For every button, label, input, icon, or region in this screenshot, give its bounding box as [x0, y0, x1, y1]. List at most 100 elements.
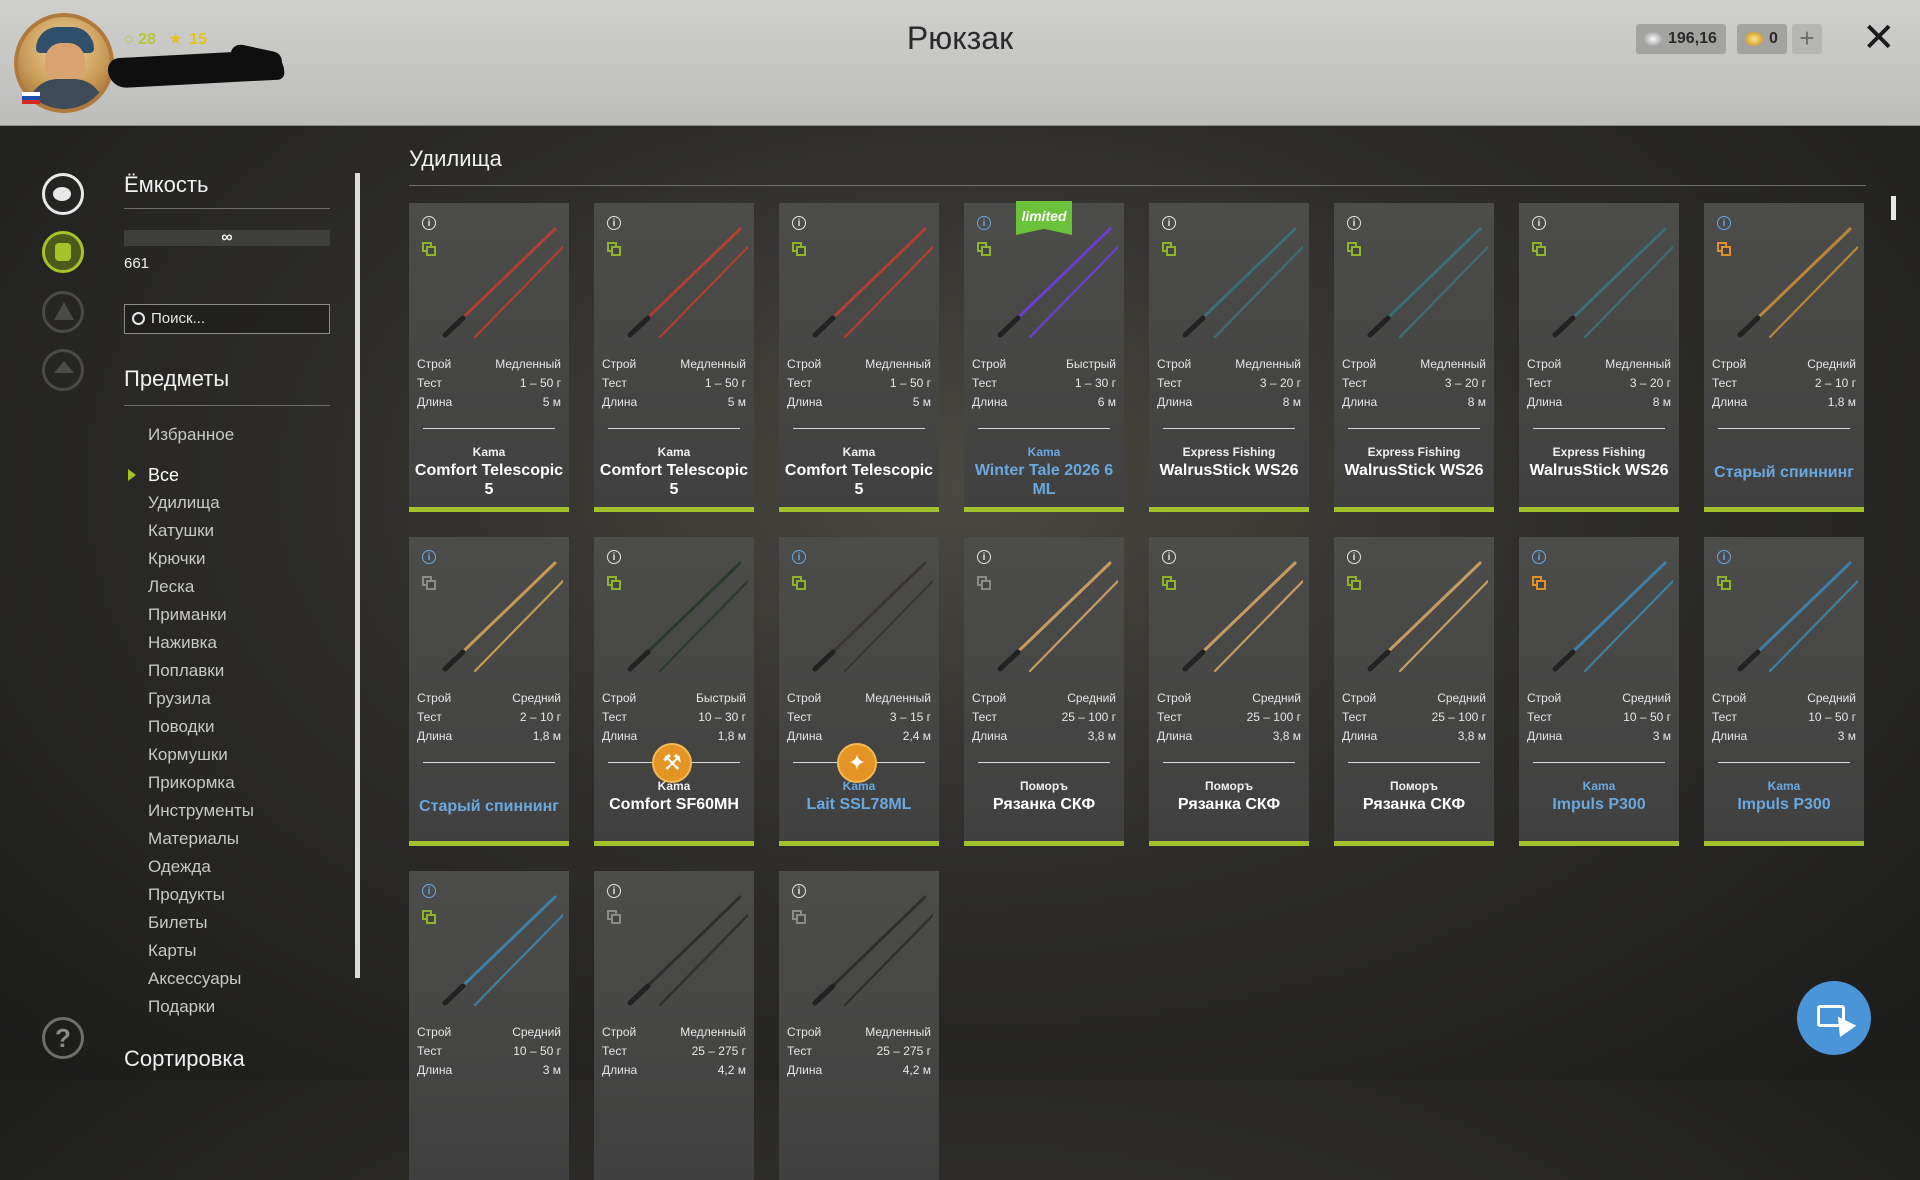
- rod-specs: Строй Медленный Тест 1 – 50 г Длина 5 м: [417, 355, 561, 412]
- rod-card[interactable]: i Строй Медленный Тест 1 – 50 г Длина 5 м Kama C…: [594, 203, 754, 512]
- spec-test: 2 – 10 г: [519, 710, 561, 724]
- search-input[interactable]: Поиск...: [124, 304, 330, 334]
- rod-card[interactable]: i Строй Средний Тест 2 – 10 г Длина 1,8 м Стары…: [1704, 203, 1864, 512]
- rod-card[interactable]: i limited Строй Быстрый Тест 1 – 30 г Длина 6 м…: [964, 201, 1124, 512]
- rod-card[interactable]: i Строй Медленный Тест 3 – 20 г Длина 8 м Expre…: [1519, 203, 1679, 512]
- rod-card[interactable]: i Строй Медленный Тест 3 – 20 г Длина 8 м Expre…: [1334, 203, 1494, 512]
- gold-amount: 0: [1769, 30, 1778, 47]
- rod-name: WalrusStick WS26: [1159, 462, 1299, 479]
- rod-specs: Строй Средний Тест 25 – 100 г Длина 3,8 м: [1157, 689, 1301, 746]
- category-item[interactable]: Карты: [148, 937, 254, 965]
- category-item[interactable]: Билеты: [148, 909, 254, 937]
- category-item[interactable]: Прикормка: [148, 769, 254, 797]
- spec-label-test: Тест: [787, 710, 812, 724]
- rod-image: [1182, 561, 1303, 673]
- spec-label-test: Тест: [417, 710, 442, 724]
- spec-label-test: Тест: [602, 710, 627, 724]
- spec-action: Средний: [512, 691, 561, 705]
- cursor-mode-button[interactable]: [1797, 981, 1871, 1055]
- category-item[interactable]: Инструменты: [148, 797, 254, 825]
- category-item[interactable]: Продукты: [148, 881, 254, 909]
- spec-length: 3 м: [1837, 729, 1856, 743]
- rod-card[interactable]: i Строй Средний Тест 25 – 100 г Длина 3,8 м Пом…: [1334, 537, 1494, 846]
- rod-card[interactable]: i Строй Медленный Тест 25 – 275 г Длина 4,2 м: [594, 871, 754, 1180]
- spec-test: 2 – 10 г: [1814, 376, 1856, 390]
- spec-action: Средний: [1252, 691, 1301, 705]
- spec-label-test: Тест: [417, 376, 442, 390]
- category-item[interactable]: Материалы: [148, 825, 254, 853]
- spec-action: Медленный: [865, 1025, 931, 1039]
- tent-tab-icon[interactable]: [42, 291, 84, 333]
- rod-specs: Строй Быстрый Тест 1 – 30 г Длина 6 м: [972, 355, 1116, 412]
- category-item[interactable]: Крючки: [148, 545, 254, 573]
- fish-tab-icon[interactable]: [42, 173, 84, 215]
- spec-action: Средний: [1067, 691, 1116, 705]
- category-item[interactable]: Удилища: [148, 489, 254, 517]
- sidebar-scrollbar[interactable]: [355, 173, 360, 978]
- player-stats: ○ 28 ★ 15: [124, 29, 207, 49]
- rod-card[interactable]: i Строй Медленный Тест 3 – 20 г Длина 8 м Expre…: [1149, 203, 1309, 512]
- category-item[interactable]: Аксессуары: [148, 965, 254, 993]
- rod-name: Comfort Telescopic 5: [784, 462, 934, 498]
- home-tab-icon[interactable]: [42, 349, 84, 391]
- spec-label-action: Строй: [1712, 357, 1747, 371]
- rod-brand: Express Fishing: [1182, 445, 1276, 459]
- category-item[interactable]: Подарки: [148, 993, 254, 1021]
- backpack-tab-icon[interactable]: [42, 231, 84, 273]
- category-item[interactable]: Приманки: [148, 601, 254, 629]
- category-item[interactable]: Наживка: [148, 629, 254, 657]
- spec-label-action: Строй: [787, 357, 822, 371]
- category-item[interactable]: Грузила: [148, 685, 254, 713]
- category-item[interactable]: Катушки: [148, 517, 254, 545]
- divider: [1163, 428, 1295, 429]
- spec-test: 10 – 30 г: [698, 710, 746, 724]
- condition-bar: [409, 841, 569, 846]
- rod-specs: Строй Медленный Тест 3 – 20 г Длина 8 м: [1527, 355, 1671, 412]
- capacity-bar: ∞: [124, 230, 330, 246]
- rod-name: Comfort SF60MH: [609, 796, 739, 813]
- rod-specs: Строй Средний Тест 2 – 10 г Длина 1,8 м: [1712, 355, 1856, 412]
- rod-card[interactable]: i Строй Средний Тест 2 – 10 г Длина 1,8 м Стары…: [409, 537, 569, 846]
- spec-label-test: Тест: [1157, 710, 1182, 724]
- rod-card[interactable]: i Строй Медленный Тест 3 – 15 г Длина 2,4 м Kam…: [779, 537, 939, 846]
- category-item[interactable]: Все: [127, 461, 254, 489]
- grid-scrollbar[interactable]: [1891, 196, 1896, 220]
- spec-action: Средний: [512, 1025, 561, 1039]
- search-placeholder: Поиск...: [151, 310, 206, 327]
- rod-brand: Express Fishing: [1552, 445, 1646, 459]
- rod-card[interactable]: i Строй Медленный Тест 25 – 275 г Длина 4,2 м: [779, 871, 939, 1180]
- rod-card[interactable]: i Строй Медленный Тест 1 – 50 г Длина 5 м Kama C…: [409, 203, 569, 512]
- condition-bar: [1704, 841, 1864, 846]
- spec-label-length: Длина: [417, 1063, 453, 1077]
- rod-card[interactable]: i Строй Средний Тест 10 – 50 г Длина 3 м: [409, 871, 569, 1180]
- category-item[interactable]: Поводки: [148, 713, 254, 741]
- capacity-panel: Ёмкость: [124, 172, 330, 225]
- close-icon[interactable]: ✕: [1862, 18, 1896, 58]
- sort-title[interactable]: Сортировка: [124, 1046, 245, 1072]
- rod-image: [627, 895, 748, 1007]
- spec-label-test: Тест: [417, 1044, 442, 1058]
- rod-card[interactable]: i Строй Средний Тест 10 – 50 г Длина 3 м Kama Im…: [1519, 537, 1679, 846]
- divider: [1348, 428, 1480, 429]
- section-title: Удилища: [409, 146, 502, 171]
- category-item[interactable]: Избранное: [148, 421, 254, 449]
- rod-card[interactable]: i Строй Быстрый Тест 10 – 30 г Длина 1,8 м Kama…: [594, 537, 754, 846]
- rod-card[interactable]: i Строй Медленный Тест 1 – 50 г Длина 5 м Kama C…: [779, 203, 939, 512]
- spec-length: 5 м: [542, 395, 561, 409]
- category-item[interactable]: Леска: [148, 573, 254, 601]
- help-icon[interactable]: ?: [42, 1017, 84, 1059]
- condition-bar: [1149, 507, 1309, 512]
- capacity-count: 661: [124, 255, 150, 272]
- rod-name: Winter Tale 2026 6 ML: [974, 462, 1114, 498]
- divider: [978, 762, 1110, 763]
- spec-length: 5 м: [727, 395, 746, 409]
- category-item[interactable]: Кормушки: [148, 741, 254, 769]
- category-item[interactable]: Одежда: [148, 853, 254, 881]
- category-item[interactable]: Поплавки: [148, 657, 254, 685]
- rod-card[interactable]: i Строй Средний Тест 10 – 50 г Длина 3 м Kama Im…: [1704, 537, 1864, 846]
- spec-test: 25 – 275 г: [691, 1044, 746, 1058]
- rod-card[interactable]: i Строй Средний Тест 25 – 100 г Длина 3,8 м Пом…: [1149, 537, 1309, 846]
- rod-card[interactable]: i Строй Средний Тест 25 – 100 г Длина 3,8 м Пом…: [964, 537, 1124, 846]
- add-currency-button[interactable]: +: [1792, 24, 1822, 54]
- spec-length: 1,8 м: [1827, 395, 1856, 409]
